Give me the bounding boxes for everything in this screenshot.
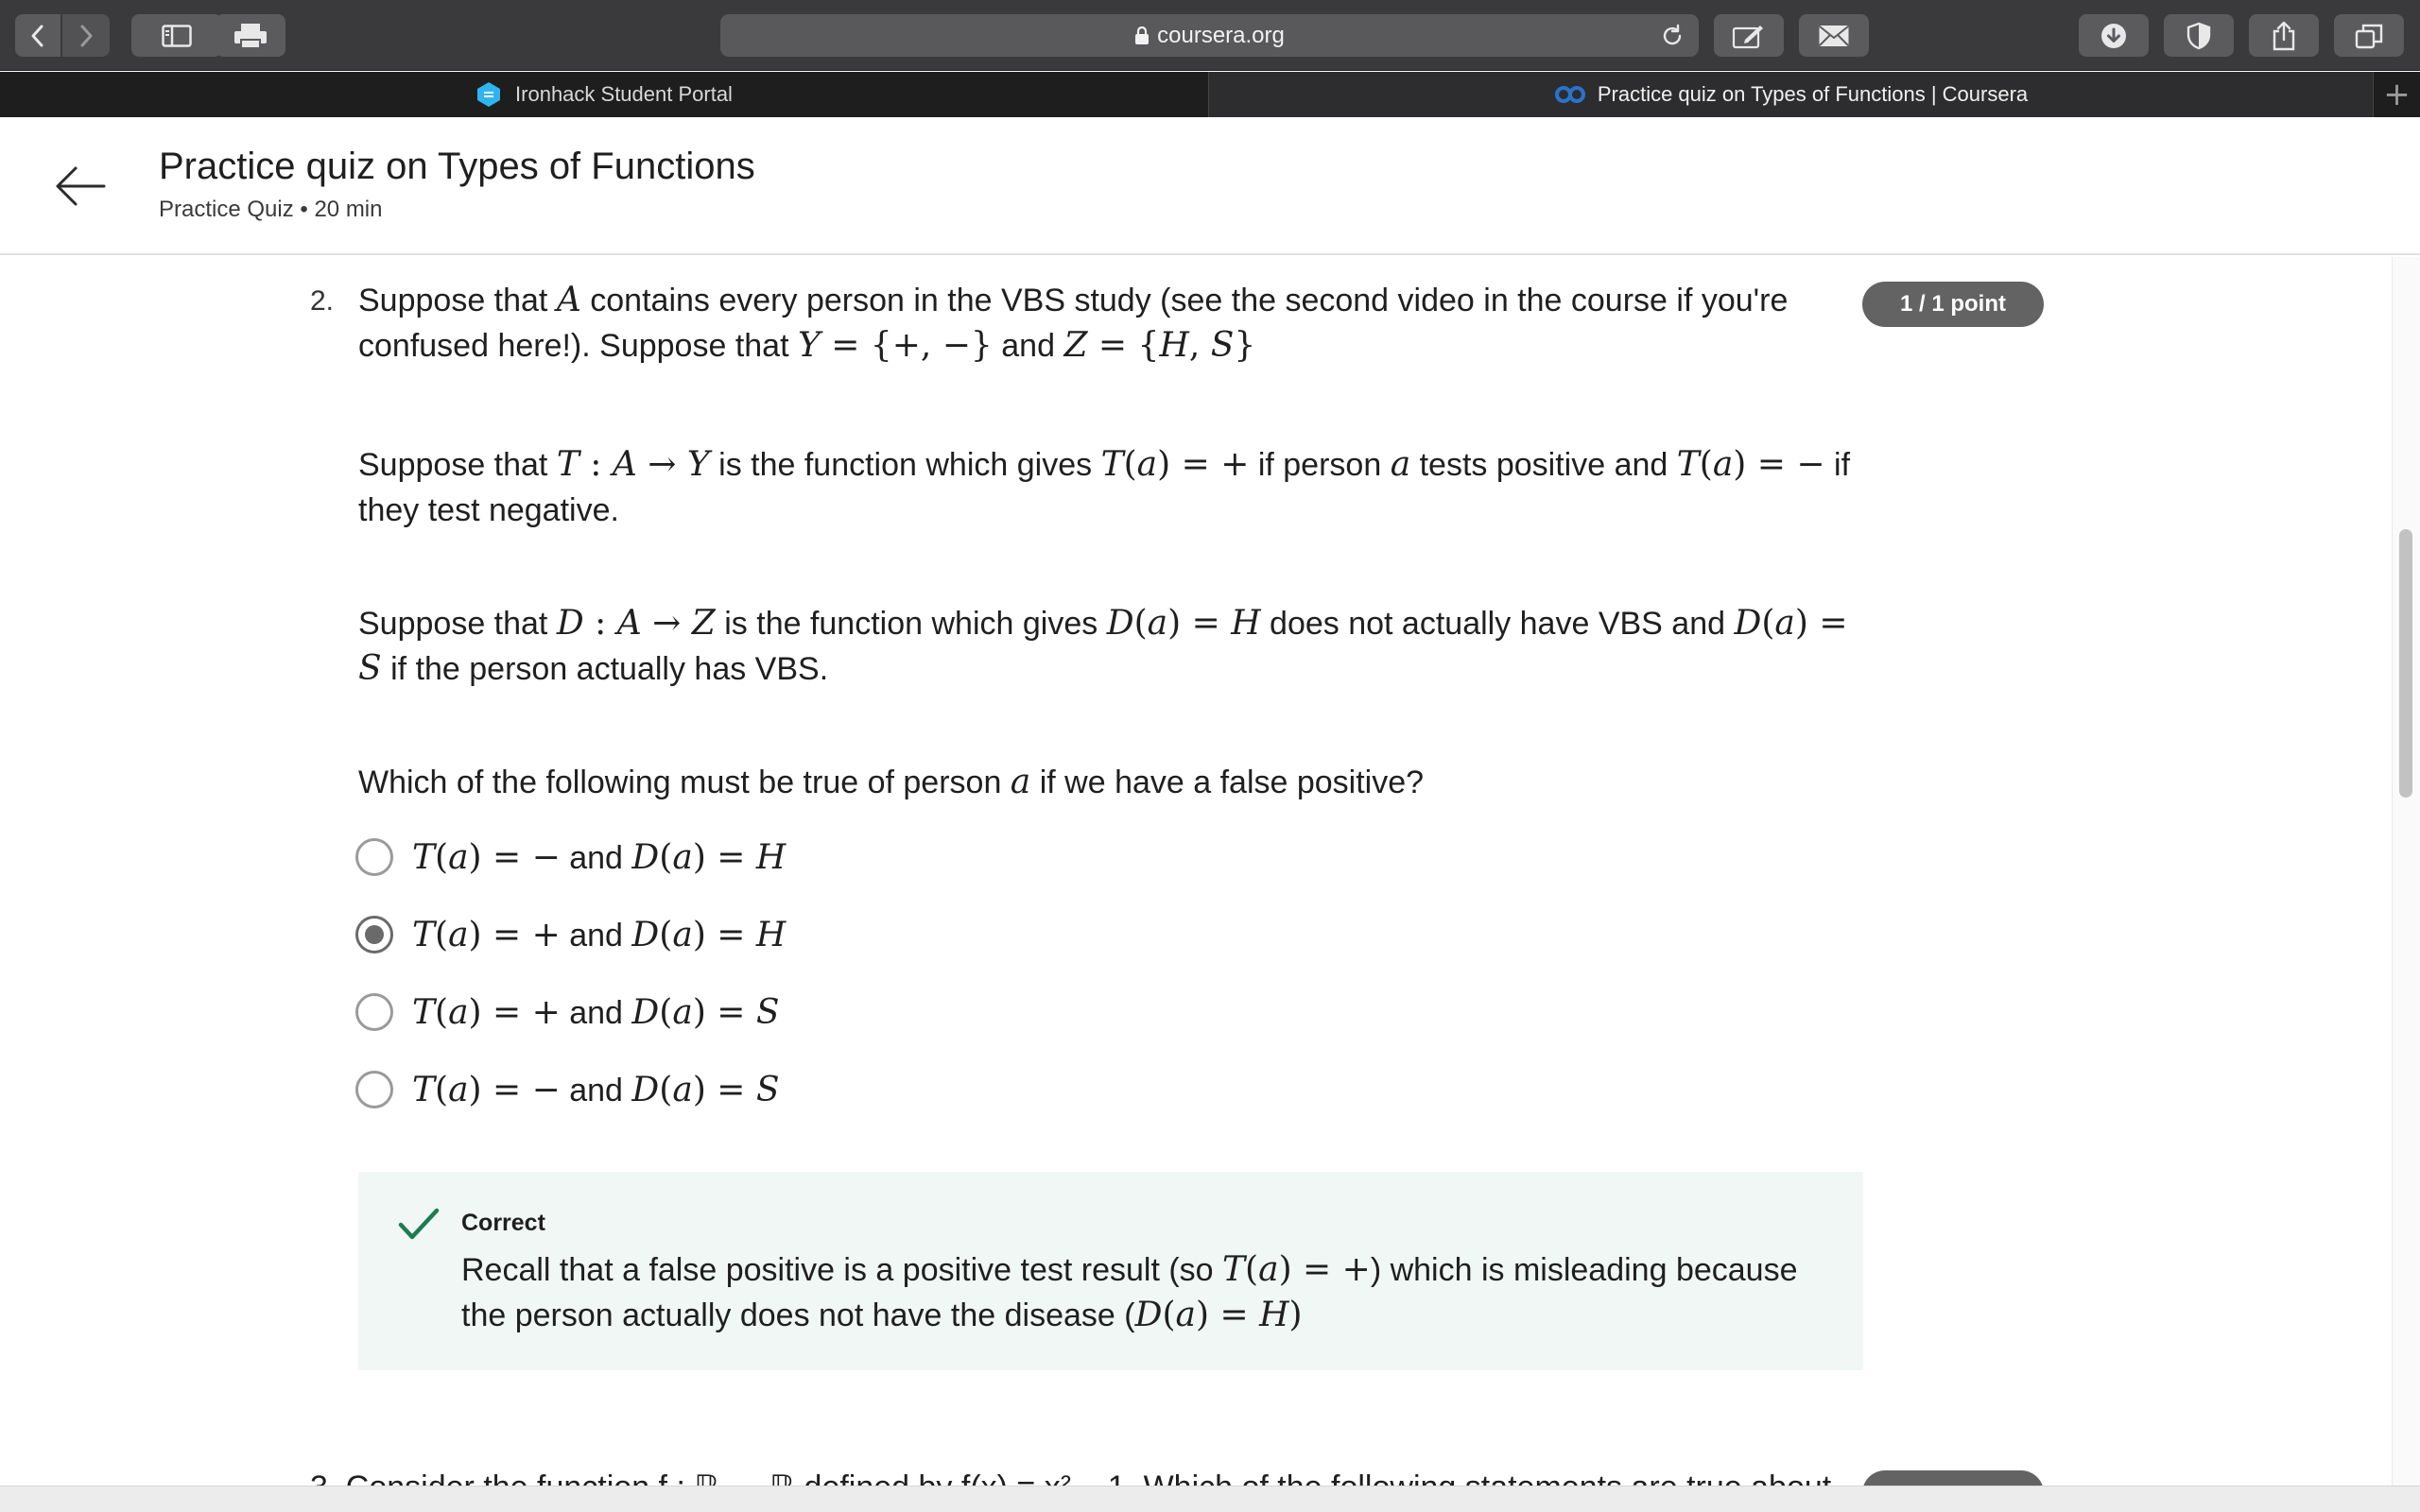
answer-option[interactable]: T(a) = − and D(a) = S [355, 1066, 1112, 1113]
check-icon [398, 1208, 440, 1240]
radio-button[interactable] [355, 838, 393, 876]
markup-button[interactable] [1714, 14, 1784, 57]
back-button[interactable] [15, 14, 60, 57]
question-prompt: Which of the following must be true of p… [358, 763, 1425, 801]
tab-overview-button[interactable] [2334, 14, 2404, 57]
sidebar-icon [162, 24, 192, 47]
feedback-box: Correct Recall that a false positive is … [358, 1172, 1863, 1370]
print-button[interactable] [216, 14, 285, 57]
radio-button[interactable] [355, 1071, 393, 1108]
tab-label: Ironhack Student Portal [515, 82, 733, 106]
new-tab-button[interactable]: + [2373, 72, 2420, 117]
forward-button[interactable] [62, 14, 110, 57]
shield-icon [2187, 22, 2211, 49]
mail-icon [1819, 25, 1849, 46]
radio-button-selected[interactable] [355, 916, 393, 954]
reload-icon[interactable] [1659, 23, 1685, 49]
answer-option[interactable]: T(a) = + and D(a) = S [355, 988, 1112, 1036]
question-paragraph-2: Suppose that T : A → Y is the function w… [358, 445, 1851, 528]
next-question-text: 3. Consider the function f : ℝ → ℝ defin… [310, 1469, 1831, 1486]
scrollbar-track[interactable] [2392, 257, 2420, 1486]
answer-option-selected[interactable]: T(a) = + and D(a) = H [355, 911, 1112, 958]
feedback-text: Recall that a false positive is a positi… [461, 1250, 1798, 1334]
url-text: coursera.org [1157, 22, 1285, 48]
browser-toolbar: coursera.org [0, 0, 2420, 71]
tab-bar: Ironhack Student Portal Practice quiz on… [0, 72, 2420, 117]
answer-option[interactable]: T(a) = − and D(a) = H [355, 833, 1112, 881]
question-paragraph-1: Suppose that A contains every person in … [358, 281, 1789, 365]
quiz-header: Practice quiz on Types of Functions Prac… [0, 117, 2420, 255]
forward-chevron-icon [80, 25, 93, 46]
downloads-button[interactable] [2079, 14, 2149, 57]
option-label: T(a) = − and D(a) = S [412, 1070, 780, 1109]
option-label: T(a) = + and D(a) = S [412, 992, 780, 1032]
question-paragraph-3: Suppose that D : A → Z is the function w… [358, 604, 1848, 688]
address-bar[interactable]: coursera.org [720, 14, 1699, 57]
feedback-title: Correct [461, 1210, 545, 1236]
page-subtitle: Practice Quiz • 20 min [159, 197, 383, 222]
tab-label: Practice quiz on Types of Functions | Co… [1597, 82, 2029, 106]
option-label: T(a) = + and D(a) = H [412, 915, 786, 954]
share-button[interactable] [2249, 14, 2319, 57]
question-number: 2. [310, 285, 335, 317]
page-title: Practice quiz on Types of Functions [159, 146, 755, 187]
back-chevron-icon [31, 25, 43, 46]
lock-icon [1135, 26, 1150, 44]
tab-ironhack[interactable]: Ironhack Student Portal [0, 72, 1208, 117]
download-icon [2101, 23, 2126, 48]
option-label: T(a) = − and D(a) = H [412, 837, 786, 877]
tab-coursera[interactable]: Practice quiz on Types of Functions | Co… [1208, 72, 2373, 117]
quiz-content: 2. 1 / 1 point Suppose that A contains e… [0, 257, 2392, 1486]
scrollbar-thumb[interactable] [2399, 529, 2412, 798]
sidebar-toggle-button[interactable] [131, 14, 222, 57]
radio-button[interactable] [355, 993, 393, 1031]
coursera-logo-icon [1554, 86, 1585, 103]
tabs-overview-icon [2355, 24, 2383, 48]
markup-icon [1732, 25, 1763, 48]
ironhack-hex-icon [477, 82, 501, 107]
share-icon [2273, 21, 2295, 50]
back-arrow-icon[interactable] [53, 160, 106, 213]
next-points-badge [1862, 1470, 2044, 1486]
privacy-button[interactable] [2164, 14, 2234, 57]
mail-button[interactable] [1799, 14, 1869, 57]
print-icon [234, 23, 267, 49]
window-bottom-edge [0, 1486, 2420, 1512]
points-badge: 1 / 1 point [1862, 282, 2044, 327]
